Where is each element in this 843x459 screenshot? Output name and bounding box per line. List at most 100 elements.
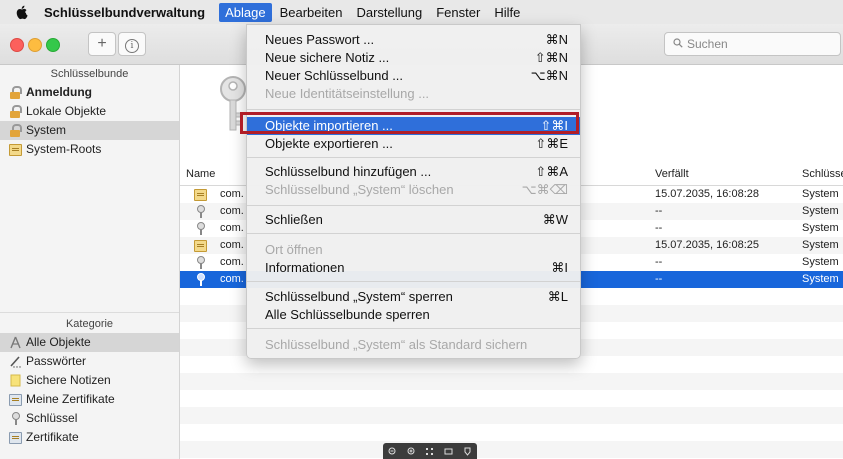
zoom-out-icon[interactable] bbox=[388, 447, 397, 456]
menu-item-label: Neues Passwort ... bbox=[265, 32, 375, 47]
menu-item-shortcut: ⌥⌘N bbox=[530, 68, 568, 83]
menu-item-neues-passwort[interactable]: Neues Passwort ... ⌘N bbox=[247, 31, 580, 49]
category-item-sichere-notizen[interactable]: Sichere Notizen bbox=[0, 371, 179, 390]
menu-item-neuer-schluesselbund[interactable]: Neuer Schlüsselbund ... ⌥⌘N bbox=[247, 67, 580, 85]
menu-ablage[interactable]: Ablage bbox=[219, 2, 272, 22]
category-item-passwoerter[interactable]: Passwörter bbox=[0, 352, 179, 371]
certificate-icon bbox=[9, 432, 22, 444]
note-icon bbox=[10, 374, 21, 387]
info-button[interactable]: i bbox=[118, 32, 146, 56]
menu-item-als-standard-sichern: Schlüsselbund „System“ als Standard sich… bbox=[247, 336, 580, 354]
pin-icon[interactable] bbox=[463, 447, 472, 456]
menu-item-label: Schließen bbox=[265, 212, 323, 227]
menu-item-shortcut: ⌘N bbox=[545, 32, 568, 47]
category-label: Schlüssel bbox=[26, 411, 78, 425]
search-placeholder: Suchen bbox=[687, 37, 728, 51]
highlight-box bbox=[240, 112, 579, 134]
menu-item-ort-oeffnen: Ort öffnen bbox=[247, 241, 580, 259]
column-header-name[interactable]: Name bbox=[186, 168, 215, 180]
sidebar-item-system-roots[interactable]: System-Roots bbox=[0, 140, 179, 159]
menu-item-label: Schlüsselbund „System“ sperren bbox=[265, 289, 453, 304]
menu-item-neue-identitaetseinstellung: Neue Identitätseinstellung ... bbox=[247, 85, 580, 103]
zoom-toolbar bbox=[383, 443, 477, 459]
cell-name: com. bbox=[220, 273, 244, 285]
lock-icon bbox=[9, 86, 22, 99]
cell-expires: 15.07.2035, 16:08:28 bbox=[655, 188, 759, 200]
key-icon bbox=[194, 273, 206, 286]
menu-item-alle-schluesselbunde-sperren[interactable]: Alle Schlüsselbunde sperren bbox=[247, 306, 580, 324]
info-icon: i bbox=[125, 39, 139, 53]
menu-item-label: Objekte exportieren ... bbox=[265, 136, 393, 151]
menu-item-shortcut: ⇧⌘A bbox=[535, 164, 568, 179]
menu-darstellung[interactable]: Darstellung bbox=[350, 3, 428, 22]
search-icon bbox=[673, 38, 683, 48]
sidebar: Schlüsselbunde Anmeldung Lokale Objekte … bbox=[0, 65, 180, 459]
menu-item-shortcut: ⌘I bbox=[551, 260, 568, 275]
sidebar-item-system[interactable]: System bbox=[0, 121, 179, 140]
certificate-icon bbox=[194, 240, 207, 252]
cell-expires: 15.07.2035, 16:08:25 bbox=[655, 239, 759, 251]
menu-item-schluesselbund-sperren[interactable]: Schlüsselbund „System“ sperren ⌘L bbox=[247, 288, 580, 306]
category-item-alle-objekte[interactable]: Alle Objekte bbox=[0, 333, 179, 352]
cell-expires: -- bbox=[655, 205, 663, 217]
category-item-meine-zertifikate[interactable]: Meine Zertifikate bbox=[0, 390, 179, 409]
menu-fenster[interactable]: Fenster bbox=[430, 3, 486, 22]
minimize-window-button[interactable] bbox=[28, 38, 42, 52]
fit-icon[interactable] bbox=[425, 447, 434, 456]
category-label: Passwörter bbox=[26, 354, 87, 368]
menu-item-label: Neue Identitätseinstellung ... bbox=[265, 86, 430, 101]
column-header-verfaellt[interactable]: Verfällt bbox=[655, 168, 689, 180]
column-header-schluesselbund[interactable]: Schlüsse bbox=[802, 168, 843, 180]
menu-item-neue-sichere-notiz[interactable]: Neue sichere Notiz ... ⇧⌘N bbox=[247, 49, 580, 67]
menu-separator bbox=[247, 281, 580, 282]
password-icon bbox=[10, 356, 21, 368]
menu-hilfe[interactable]: Hilfe bbox=[488, 3, 526, 22]
cell-keychain: System bbox=[802, 205, 839, 217]
menu-item-schluesselbund-hinzufuegen[interactable]: Schlüsselbund hinzufügen ... ⇧⌘A bbox=[247, 163, 580, 181]
app-name-menu[interactable]: Schlüsselbundverwaltung bbox=[44, 5, 205, 20]
menu-item-objekte-exportieren[interactable]: Objekte exportieren ... ⇧⌘E bbox=[247, 135, 580, 153]
zoom-window-button[interactable] bbox=[46, 38, 60, 52]
close-window-button[interactable] bbox=[10, 38, 24, 52]
menu-item-label: Neue sichere Notiz ... bbox=[265, 50, 390, 65]
menu-item-label: Ort öffnen bbox=[265, 242, 323, 257]
key-icon bbox=[194, 205, 206, 218]
menu-item-shortcut: ⇧⌘E bbox=[535, 136, 568, 151]
menu-item-shortcut: ⌘L bbox=[547, 289, 568, 304]
menu-separator bbox=[247, 205, 580, 206]
keychains-header: Schlüsselbunde bbox=[50, 68, 129, 80]
apple-logo-icon[interactable] bbox=[14, 4, 30, 20]
category-item-schluessel[interactable]: Schlüssel bbox=[0, 409, 179, 428]
cell-name: com. bbox=[220, 205, 244, 217]
menu-item-label: Alle Schlüsselbunde sperren bbox=[265, 307, 430, 322]
add-item-button[interactable]: + bbox=[88, 32, 116, 56]
category-label: Zertifikate bbox=[26, 430, 79, 444]
menu-item-shortcut: ⇧⌘N bbox=[534, 50, 568, 65]
cell-keychain: System bbox=[802, 273, 839, 285]
menu-bearbeiten[interactable]: Bearbeiten bbox=[274, 3, 349, 22]
menu-item-schluesselbund-loeschen: Schlüsselbund „System“ löschen ⌥⌘⌫ bbox=[247, 181, 580, 199]
certificate-icon bbox=[9, 394, 22, 406]
empty-row-stripe bbox=[180, 441, 843, 458]
sidebar-item-label: Lokale Objekte bbox=[26, 104, 107, 118]
image-icon[interactable] bbox=[444, 447, 453, 456]
menu-item-schliessen[interactable]: Schließen ⌘W bbox=[247, 211, 580, 229]
search-field[interactable]: Suchen bbox=[664, 32, 841, 56]
menubar: Schlüsselbundverwaltung Ablage Bearbeite… bbox=[0, 0, 843, 25]
sidebar-item-anmeldung[interactable]: Anmeldung bbox=[0, 83, 179, 102]
sidebar-item-lokale-objekte[interactable]: Lokale Objekte bbox=[0, 102, 179, 121]
category-label: Meine Zertifikate bbox=[26, 392, 115, 406]
lock-icon bbox=[9, 105, 22, 118]
cell-name: com. bbox=[220, 239, 244, 251]
cell-keychain: System bbox=[802, 239, 839, 251]
menu-separator bbox=[247, 157, 580, 158]
ablage-dropdown-menu: Neues Passwort ... ⌘N Neue sichere Notiz… bbox=[246, 24, 581, 359]
category-item-zertifikate[interactable]: Zertifikate bbox=[0, 428, 179, 447]
certificate-icon bbox=[194, 189, 207, 201]
zoom-in-icon[interactable] bbox=[407, 447, 416, 456]
category-label: Alle Objekte bbox=[26, 335, 91, 349]
certificate-icon bbox=[9, 144, 22, 156]
menu-item-label: Schlüsselbund hinzufügen ... bbox=[265, 164, 432, 179]
sidebar-item-label: System-Roots bbox=[26, 142, 102, 156]
menu-item-informationen[interactable]: Informationen ⌘I bbox=[247, 259, 580, 277]
